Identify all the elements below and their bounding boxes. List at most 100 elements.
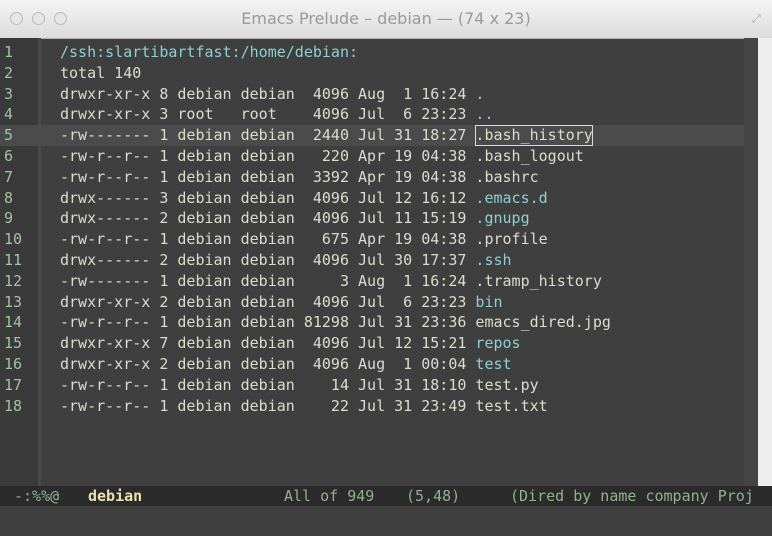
line-text: drwx------ 2 debian debian 4096 Jul 30 1… bbox=[60, 250, 512, 271]
directory-name[interactable]: .emacs.d bbox=[475, 189, 547, 207]
dired-line[interactable]: 8 drwx------ 3 debian debian 4096 Jul 12 … bbox=[0, 188, 744, 209]
file-name[interactable]: .bash_history bbox=[475, 125, 593, 146]
line-number: 3 bbox=[4, 84, 14, 103]
line-text: total 140 bbox=[60, 63, 142, 82]
line-text: -rw-r--r-- 1 debian debian 3392 Apr 19 0… bbox=[60, 167, 539, 188]
line-number: 6 bbox=[4, 146, 14, 165]
dired-line[interactable]: 7 -rw-r--r-- 1 debian debian 3392 Apr 19 … bbox=[0, 167, 744, 188]
line-text: drwxr-xr-x 8 debian debian 4096 Aug 1 16… bbox=[60, 84, 484, 105]
file-name[interactable]: .profile bbox=[475, 230, 547, 248]
file-attributes: drwx------ 3 debian debian 4096 Jul 12 1… bbox=[60, 188, 476, 207]
mode-line: -:%%@ debian All of 949 (5,48) (Dired by… bbox=[0, 486, 772, 506]
directory-name[interactable]: test bbox=[475, 355, 511, 373]
line-number: 4 bbox=[4, 105, 14, 124]
file-attributes: -rw------- 1 debian debian 2440 Jul 31 1… bbox=[60, 126, 476, 145]
file-attributes: drwx------ 2 debian debian 4096 Jul 11 1… bbox=[60, 209, 476, 228]
line-number: 1 bbox=[4, 43, 14, 61]
dired-line[interactable]: 14 -rw-r--r-- 1 debian debian 81298 Jul 3… bbox=[0, 312, 744, 333]
file-attributes: drwxr-xr-x 3 root root 4096 Jul 6 23:23 bbox=[60, 105, 476, 124]
directory-name[interactable]: . bbox=[475, 85, 484, 103]
minibuffer[interactable] bbox=[0, 506, 772, 536]
modeline-modes[interactable]: (Dired by name company Proj bbox=[510, 486, 754, 506]
file-attributes: -rw-r--r-- 1 debian debian 14 Jul 31 18:… bbox=[60, 375, 476, 394]
dired-buffer[interactable]: 1/ssh:slartibartfast:/home/debian: 2 total… bbox=[0, 42, 744, 416]
directory-name[interactable]: bin bbox=[475, 293, 502, 311]
file-attributes: -rw-r--r-- 1 debian debian 3392 Apr 19 0… bbox=[60, 167, 476, 186]
dired-line[interactable]: 13 drwxr-xr-x 2 debian debian 4096 Jul 6 … bbox=[0, 292, 744, 313]
directory-name[interactable]: .gnupg bbox=[475, 209, 529, 227]
right-fringe bbox=[744, 38, 758, 486]
file-name[interactable]: .bashrc bbox=[475, 168, 538, 186]
dired-line[interactable]: 15 drwxr-xr-x 7 debian debian 4096 Jul 12… bbox=[0, 333, 744, 354]
dired-line[interactable]: 17 -rw-r--r-- 1 debian debian 14 Jul 31 1… bbox=[0, 375, 744, 396]
file-name[interactable]: .bash_logout bbox=[475, 147, 583, 165]
line-number: 16 bbox=[4, 354, 23, 373]
modeline-position: All of 949 bbox=[284, 487, 375, 505]
file-attributes: drwxr-xr-x 7 debian debian 4096 Jul 12 1… bbox=[60, 334, 476, 353]
line-number: 12 bbox=[4, 271, 23, 290]
modeline-status: -:%%@ bbox=[14, 487, 60, 505]
line-number: 5 bbox=[4, 126, 14, 145]
line-number: 9 bbox=[4, 209, 14, 228]
dired-line[interactable]: 3 drwxr-xr-x 8 debian debian 4096 Aug 1 1… bbox=[0, 84, 744, 105]
file-attributes: -rw-r--r-- 1 debian debian 81298 Jul 31 … bbox=[60, 313, 476, 332]
emacs-window: Emacs Prelude – debian — (74 x 23) ⤢ 1/s… bbox=[0, 0, 772, 536]
line-number: 17 bbox=[4, 375, 23, 394]
line-text: -rw-r--r-- 1 debian debian 675 Apr 19 04… bbox=[60, 229, 548, 250]
file-attributes: drwx------ 2 debian debian 4096 Jul 30 1… bbox=[60, 250, 476, 269]
line-number: 7 bbox=[4, 167, 14, 186]
dired-line[interactable]: 12 -rw------- 1 debian debian 3 Aug 1 16:… bbox=[0, 271, 744, 292]
line-number: 2 bbox=[4, 63, 14, 82]
line-text: drwxr-xr-x 7 debian debian 4096 Jul 12 1… bbox=[60, 333, 521, 354]
window-title: Emacs Prelude – debian — (74 x 23) bbox=[241, 9, 531, 28]
file-attributes: -rw-r--r-- 1 debian debian 675 Apr 19 04… bbox=[60, 230, 476, 249]
dired-line[interactable]: 5 -rw------- 1 debian debian 2440 Jul 31 … bbox=[0, 125, 744, 146]
line-number: 14 bbox=[4, 313, 23, 332]
line-number: 10 bbox=[4, 230, 23, 249]
directory-name[interactable]: repos bbox=[475, 334, 520, 352]
line-text: -rw------- 1 debian debian 2440 Jul 31 1… bbox=[60, 125, 593, 146]
file-name[interactable]: test.txt bbox=[475, 397, 547, 415]
file-attributes: drwxr-xr-x 2 debian debian 4096 Jul 6 23… bbox=[60, 292, 476, 311]
line-text: drwxr-xr-x 3 root root 4096 Jul 6 23:23 … bbox=[60, 104, 493, 125]
line-text: drwxr-xr-x 2 debian debian 4096 Aug 1 00… bbox=[60, 354, 512, 375]
dired-line[interactable]: 4 drwxr-xr-x 3 root root 4096 Jul 6 23:23… bbox=[0, 104, 744, 125]
dired-line[interactable]: 18 -rw-r--r-- 1 debian debian 22 Jul 31 2… bbox=[0, 396, 744, 417]
file-attributes: drwxr-xr-x 8 debian debian 4096 Aug 1 16… bbox=[60, 84, 476, 103]
file-attributes: drwxr-xr-x 2 debian debian 4096 Aug 1 00… bbox=[60, 354, 476, 373]
dired-line[interactable]: 2 total 140 bbox=[0, 63, 744, 84]
line-text: -rw-r--r-- 1 debian debian 14 Jul 31 18:… bbox=[60, 375, 539, 396]
dired-line[interactable]: 1/ssh:slartibartfast:/home/debian: bbox=[0, 42, 744, 63]
dired-line[interactable]: 10 -rw-r--r-- 1 debian debian 675 Apr 19 … bbox=[0, 229, 744, 250]
modeline-buffer-name[interactable]: debian bbox=[88, 486, 142, 506]
dired-line[interactable]: 9 drwx------ 2 debian debian 4096 Jul 11 … bbox=[0, 208, 744, 229]
fullscreen-icon[interactable]: ⤢ bbox=[752, 12, 764, 25]
line-number: 18 bbox=[4, 396, 23, 415]
vertical-scrollbar[interactable] bbox=[758, 38, 772, 486]
line-text: /ssh:slartibartfast:/home/debian: bbox=[60, 43, 359, 61]
title-bar: Emacs Prelude – debian — (74 x 23) ⤢ bbox=[0, 0, 772, 39]
line-text: drwxr-xr-x 2 debian debian 4096 Jul 6 23… bbox=[60, 292, 503, 313]
line-text: drwx------ 2 debian debian 4096 Jul 11 1… bbox=[60, 208, 530, 229]
line-text: -rw-r--r-- 1 debian debian 220 Apr 19 04… bbox=[60, 146, 584, 167]
line-number: 15 bbox=[4, 334, 23, 353]
file-name[interactable]: emacs_dired.jpg bbox=[475, 313, 610, 331]
line-number: 13 bbox=[4, 292, 23, 311]
line-text: -rw-r--r-- 1 debian debian 22 Jul 31 23:… bbox=[60, 396, 548, 417]
directory-name[interactable]: .. bbox=[475, 105, 493, 123]
file-attributes: -rw------- 1 debian debian 3 Aug 1 16:24 bbox=[60, 271, 476, 290]
file-attributes: -rw-r--r-- 1 debian debian 220 Apr 19 04… bbox=[60, 146, 476, 165]
line-text: drwx------ 3 debian debian 4096 Jul 12 1… bbox=[60, 188, 548, 209]
line-text: -rw------- 1 debian debian 3 Aug 1 16:24… bbox=[60, 271, 602, 292]
line-number: 8 bbox=[4, 188, 14, 207]
dired-line[interactable]: 16 drwxr-xr-x 2 debian debian 4096 Aug 1 … bbox=[0, 354, 744, 375]
directory-name[interactable]: .ssh bbox=[475, 251, 511, 269]
line-text: -rw-r--r-- 1 debian debian 81298 Jul 31 … bbox=[60, 312, 611, 333]
dired-line[interactable]: 11 drwx------ 2 debian debian 4096 Jul 30… bbox=[0, 250, 744, 271]
modeline-cursor-position: (5,48) bbox=[406, 487, 461, 505]
line-number: 11 bbox=[4, 250, 23, 269]
dired-line[interactable]: 6 -rw-r--r-- 1 debian debian 220 Apr 19 0… bbox=[0, 146, 744, 167]
file-name[interactable]: test.py bbox=[475, 376, 538, 394]
file-attributes: -rw-r--r-- 1 debian debian 22 Jul 31 23:… bbox=[60, 396, 476, 415]
file-name[interactable]: .tramp_history bbox=[475, 272, 601, 290]
